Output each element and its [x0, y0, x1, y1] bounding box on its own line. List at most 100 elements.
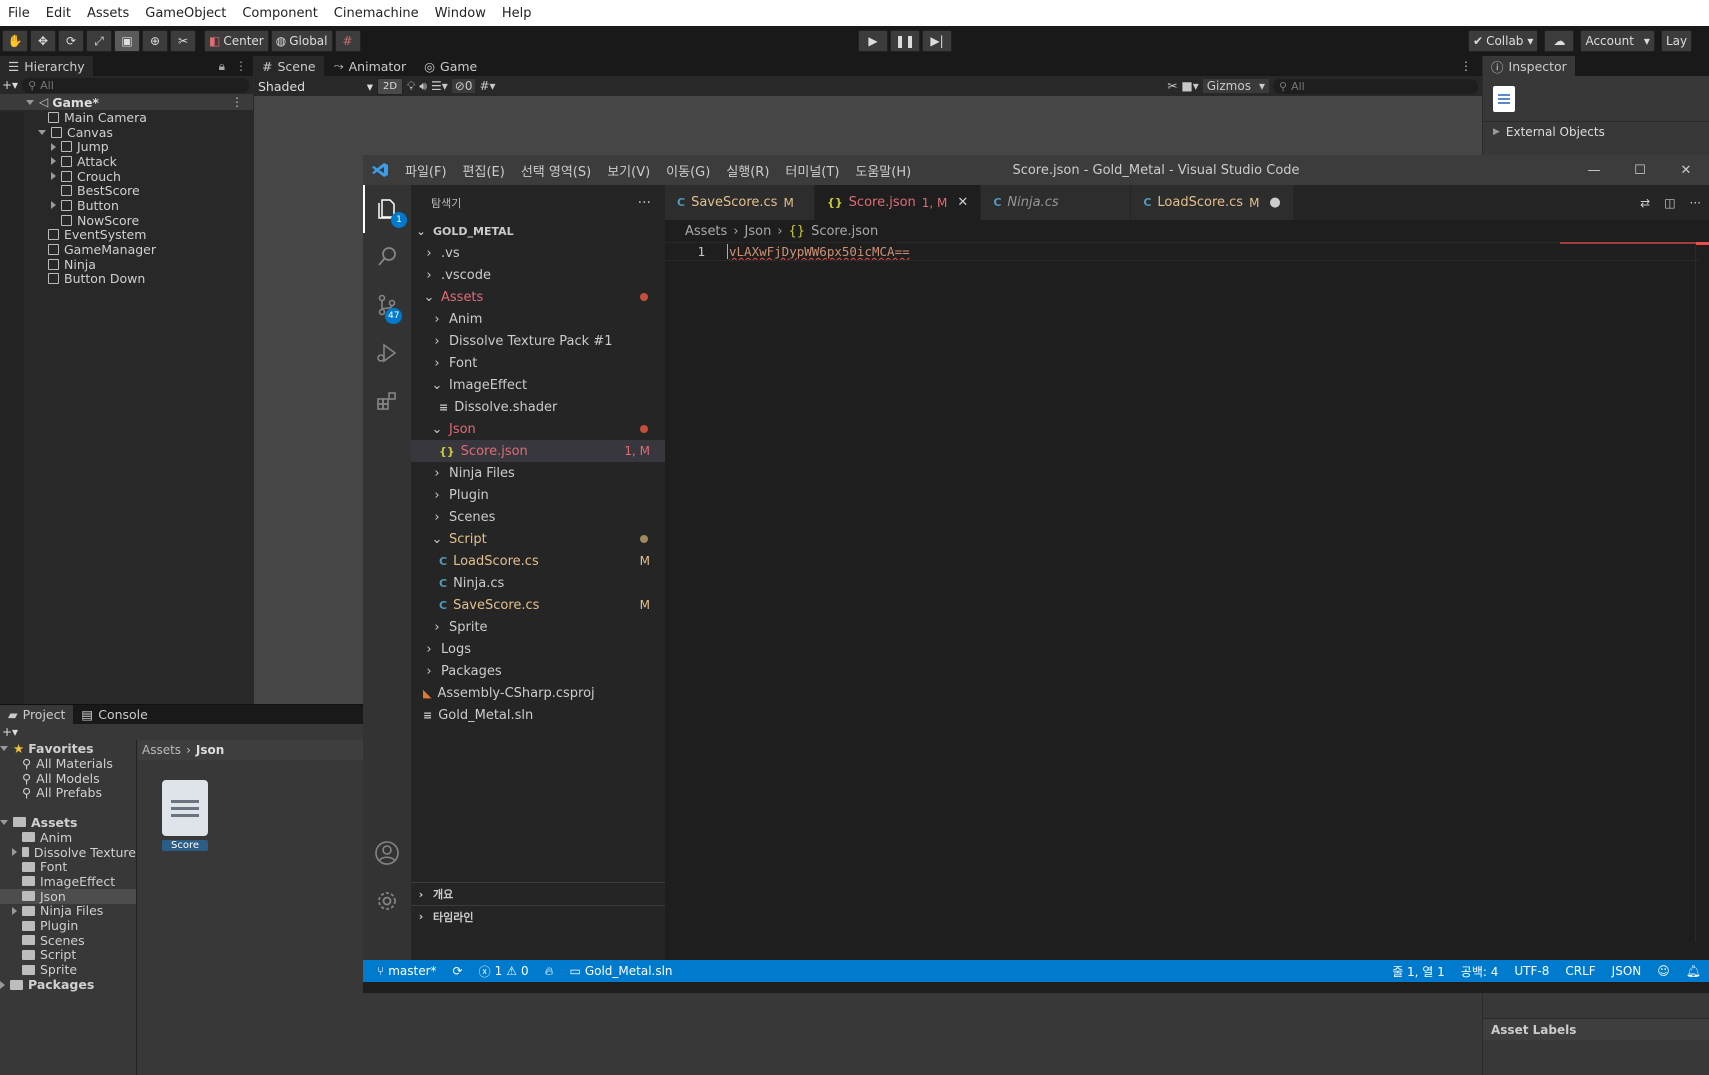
- close-icon[interactable]: ✕: [1663, 163, 1709, 178]
- explorer-folder[interactable]: ⌄ ImageEffect: [411, 374, 665, 396]
- packages-row[interactable]: Packages: [0, 977, 136, 993]
- hierarchy-item[interactable]: Main Camera: [0, 110, 253, 125]
- cursor-position[interactable]: 줄 1, 열 1: [1384, 963, 1453, 980]
- asset-folder-item[interactable]: Sprite: [0, 962, 136, 977]
- minimize-icon[interactable]: —: [1571, 163, 1617, 178]
- asset-labels-header[interactable]: Asset Labels: [1483, 1018, 1709, 1040]
- unsaved-dot-icon[interactable]: ●: [1269, 195, 1280, 210]
- breadcrumb-json[interactable]: Json: [745, 224, 772, 239]
- audio-icon[interactable]: 🔊︎: [419, 79, 427, 94]
- menu-component[interactable]: Component: [234, 6, 325, 21]
- step-button[interactable]: ▶|: [922, 30, 952, 52]
- tab-inspector[interactable]: ⓘ Inspector: [1483, 56, 1575, 76]
- scene-menu-icon[interactable]: ⋮: [1460, 59, 1472, 73]
- vscode-menu-item[interactable]: 이동(G): [658, 161, 718, 180]
- explorer-folder[interactable]: ⌄ Script: [411, 528, 665, 550]
- transform-tool-icon[interactable]: ⊕: [142, 30, 168, 52]
- explorer-icon[interactable]: 1: [363, 185, 411, 233]
- compare-changes-icon[interactable]: ⇄: [1640, 196, 1650, 210]
- explorer-file[interactable]: ◣ Assembly-CSharp.csproj: [411, 682, 665, 704]
- hand-tool-icon[interactable]: ✋: [2, 30, 28, 52]
- lock-icon[interactable]: 🔒︎: [219, 59, 225, 74]
- scene-row[interactable]: ◁ Game* ⋮: [0, 94, 253, 110]
- tab-project[interactable]: ▰ Project: [0, 704, 74, 725]
- more-actions-icon[interactable]: ···: [638, 195, 651, 211]
- encoding-status[interactable]: UTF-8: [1506, 963, 1557, 980]
- eol-status[interactable]: CRLF: [1557, 963, 1603, 980]
- search-icon[interactable]: [363, 233, 411, 281]
- hierarchy-item[interactable]: Canvas: [0, 125, 253, 140]
- explorer-folder[interactable]: › .vs: [411, 242, 665, 264]
- extensions-icon[interactable]: [363, 377, 411, 425]
- explorer-folder[interactable]: › Ninja Files: [411, 462, 665, 484]
- hierarchy-item[interactable]: Attack: [0, 154, 253, 169]
- explorer-file[interactable]: ≡ Dissolve.shader: [411, 396, 665, 418]
- vscode-menu-item[interactable]: 터미널(T): [777, 161, 847, 180]
- tab-animator[interactable]: ⤳ Animator: [326, 55, 415, 77]
- play-button[interactable]: ▶: [858, 30, 888, 52]
- menu-assets[interactable]: Assets: [79, 6, 137, 21]
- hierarchy-item[interactable]: NowScore: [0, 213, 253, 228]
- pivot-global-button[interactable]: ◍ Global: [270, 30, 333, 52]
- feedback-icon[interactable]: ☺: [1649, 963, 1678, 980]
- explorer-file[interactable]: C LoadScore.cs M: [411, 550, 665, 572]
- assets-row[interactable]: Assets: [0, 814, 136, 830]
- editor-tab[interactable]: C SaveScore.cs M: [665, 185, 815, 220]
- hierarchy-item[interactable]: Button: [0, 198, 253, 213]
- explorer-folder[interactable]: › Plugin: [411, 484, 665, 506]
- tab-scene[interactable]: # Scene: [254, 56, 324, 76]
- expand-arrow-icon[interactable]: [12, 906, 17, 915]
- favorites-row[interactable]: ★ Favorites: [0, 740, 136, 756]
- lighting-icon[interactable]: 💡︎: [407, 79, 415, 94]
- explorer-folder[interactable]: › Scenes: [411, 506, 665, 528]
- editor-tab[interactable]: {} Score.json 1, M ✕: [815, 185, 982, 220]
- hidden-objects-icon[interactable]: ⊘0: [451, 79, 476, 93]
- indentation-status[interactable]: 공백: 4: [1453, 963, 1507, 980]
- scale-tool-icon[interactable]: ⤢: [86, 30, 112, 52]
- expand-arrow-icon[interactable]: [51, 157, 56, 166]
- expand-arrow-icon[interactable]: [51, 172, 56, 181]
- run-debug-icon[interactable]: [363, 329, 411, 377]
- external-objects-foldout[interactable]: ▶ External Objects: [1483, 121, 1709, 141]
- hierarchy-item[interactable]: Crouch: [0, 169, 253, 184]
- favorite-item[interactable]: ⚲ All Materials: [0, 756, 136, 771]
- expand-arrow-icon[interactable]: [0, 980, 5, 989]
- explorer-folder[interactable]: › Font: [411, 352, 665, 374]
- vscode-menu-item[interactable]: 보기(V): [599, 161, 658, 180]
- hierarchy-item[interactable]: Ninja: [0, 257, 253, 272]
- solution-status[interactable]: ▭ Gold_Metal.sln: [561, 964, 680, 978]
- split-editor-icon[interactable]: ◫: [1664, 196, 1675, 210]
- account-icon[interactable]: [363, 829, 411, 877]
- editor-tab[interactable]: C Ninja.cs: [981, 185, 1132, 220]
- move-tool-icon[interactable]: ✥: [30, 30, 56, 52]
- explorer-folder[interactable]: ⌄ Json: [411, 418, 665, 440]
- timeline-section[interactable]: › 타임라인: [411, 905, 665, 927]
- hierarchy-item[interactable]: Jump: [0, 139, 253, 154]
- explorer-folder[interactable]: › Sprite: [411, 616, 665, 638]
- hierarchy-search-input[interactable]: ⚲ All: [22, 77, 249, 93]
- expand-arrow-icon[interactable]: [12, 848, 17, 857]
- hierarchy-item[interactable]: Button Down: [0, 271, 253, 286]
- tab-console[interactable]: ▤ Console: [73, 704, 155, 726]
- toggle-2d-button[interactable]: 2D: [377, 77, 403, 95]
- vscode-menu-item[interactable]: 실행(R): [718, 161, 777, 180]
- breadcrumb-assets[interactable]: Assets: [142, 743, 181, 757]
- scene-search-input[interactable]: ⚲ All: [1273, 78, 1478, 94]
- close-icon[interactable]: ✕: [957, 195, 968, 210]
- vscode-menu-item[interactable]: 편집(E): [455, 161, 513, 180]
- asset-folder-item[interactable]: Scenes: [0, 933, 136, 948]
- expand-arrow-icon[interactable]: [26, 99, 34, 105]
- explorer-folder[interactable]: › Dissolve Texture Pack #1: [411, 330, 665, 352]
- score-asset-tile[interactable]: Score: [162, 780, 208, 851]
- hierarchy-item[interactable]: BestScore: [0, 183, 253, 198]
- asset-folder-item[interactable]: Ninja Files: [0, 903, 136, 918]
- maximize-icon[interactable]: ☐: [1617, 163, 1663, 178]
- custom-tool-icon[interactable]: ✂: [170, 30, 196, 52]
- favorite-item[interactable]: ⚲ All Prefabs: [0, 785, 136, 800]
- editor-scrollbar[interactable]: [1695, 242, 1709, 942]
- hierarchy-item[interactable]: GameManager: [0, 242, 253, 257]
- grid-icon[interactable]: #▾: [479, 79, 495, 93]
- editor-tab[interactable]: C LoadScore.cs M ●: [1131, 185, 1294, 220]
- layout-button[interactable]: Lay: [1660, 30, 1693, 52]
- cloud-icon[interactable]: ☁: [1544, 30, 1575, 52]
